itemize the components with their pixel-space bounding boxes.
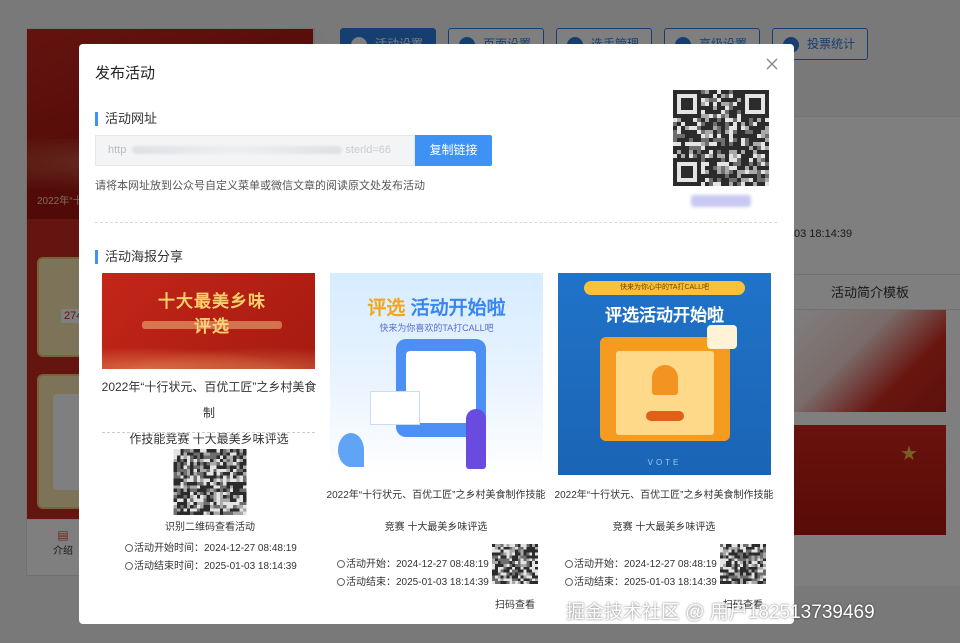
poster-2-scan-label: 扫码查看	[495, 600, 535, 611]
poster-2-image[interactable]: 评选 活动开始啦 快来为你喜欢的TA打CALL吧	[330, 273, 543, 475]
qr-download-link[interactable]	[691, 195, 751, 207]
poster-1-start-text: 活动开始时间：2024-12-27 08:48:19	[134, 543, 297, 554]
publish-activity-dialog: 发布活动 活动网址 http sterld=66 复制链接 请将本网址放到公众号…	[79, 44, 794, 624]
poster-3-image[interactable]: 快来为你心中的TA打CALL吧 评选活动开始啦 VOTE	[558, 273, 771, 475]
poster-1-end-text: 活动结束时间：2025-01-03 18:14:39	[134, 561, 297, 572]
clock-icon	[125, 562, 133, 570]
poster-3-ballot-graphic	[600, 337, 730, 441]
poster-2-headline: 评选 活动开始啦	[330, 293, 543, 320]
poster-2-card-graphic	[370, 391, 420, 425]
poster-2-headline-a: 评选	[367, 298, 406, 319]
poster-3-qr-code	[720, 544, 766, 584]
clock-icon	[337, 560, 345, 568]
poster-1-divider	[102, 432, 315, 433]
poster-2-end-text: 活动结束：2025-01-03 18:14:39	[346, 577, 489, 588]
poster-1-start-time: 活动开始时间：2024-12-27 08:48:19	[125, 539, 297, 554]
poster-3-caption-line2: 竞赛 十大最美乡味评选	[612, 522, 716, 533]
poster-3-caption-line1: 2022年“十行状元、百优工匠”之乡村美食制作技能	[554, 490, 774, 501]
poster-3-start-text: 活动开始：2024-12-27 08:48:19	[574, 559, 717, 570]
poster-2-end-time: 活动结束：2025-01-03 18:14:39	[337, 573, 489, 588]
poster-2-leaf-graphic	[338, 433, 364, 467]
poster-3-start-time: 活动开始：2024-12-27 08:48:19	[565, 555, 717, 570]
poster-2-caption-line2: 竞赛 十大最美乡味评选	[384, 522, 488, 533]
clock-icon	[565, 560, 573, 568]
poster-1-caption-line1: 2022年“十行状元、百优工匠”之乡村美食制	[101, 380, 317, 420]
poster-3-tagline: 快来为你心中的TA打CALL吧	[584, 281, 745, 295]
poster-2-start-text: 活动开始：2024-12-27 08:48:19	[346, 559, 489, 570]
poster-3-end-time: 活动结束：2025-01-03 18:14:39	[565, 573, 717, 588]
poster-1-end-time: 活动结束时间：2025-01-03 18:14:39	[125, 557, 297, 572]
clock-icon	[337, 578, 345, 586]
poster-3-hand-icon	[707, 325, 737, 349]
poster-2-qr-code	[492, 544, 538, 584]
activity-qr-code	[673, 90, 769, 186]
poster-3-vote-label: VOTE	[647, 458, 682, 467]
watermark: 掘金技术社区 @ 用户182513739469	[566, 602, 875, 623]
poster-1-decoration	[102, 343, 315, 369]
poster-1-subtitle-bar	[142, 321, 282, 329]
dialog-title: 发布活动	[95, 65, 156, 82]
url-blurred	[132, 146, 343, 155]
poster-2-caption-line1: 2022年“十行状元、百优工匠”之乡村美食制作技能	[326, 490, 546, 501]
close-icon[interactable]	[764, 56, 780, 72]
poster-2-person-graphic	[466, 409, 486, 469]
poster-1-image[interactable]: 十大最美乡味评选	[102, 273, 315, 369]
url-suffix: sterld=66	[345, 144, 391, 156]
poster-3-headline: 评选活动开始啦	[605, 306, 724, 325]
poster-section-title: 活动海报分享	[95, 250, 183, 264]
url-prefix: http	[108, 144, 127, 156]
poster-1-caption: 2022年“十行状元、百优工匠”之乡村美食制 作技能竞赛 十大最美乡味评选	[99, 374, 319, 452]
poster-2-start-time: 活动开始：2024-12-27 08:48:19	[337, 555, 489, 570]
poster-1-qr-code	[173, 449, 247, 515]
poster-1-banner-title: 十大最美乡味评选	[158, 292, 266, 337]
copy-link-button[interactable]: 复制链接	[415, 135, 492, 166]
activity-url-field[interactable]: http sterld=66	[95, 135, 415, 166]
poster-2-tagline: 快来为你喜欢的TA打CALL吧	[379, 323, 494, 333]
publish-hint: 请将本网址放到公众号自定义菜单或微信文章的阅读原文处发布活动	[95, 180, 425, 192]
poster-3-end-text: 活动结束：2025-01-03 18:14:39	[574, 577, 717, 588]
clock-icon	[125, 544, 133, 552]
clock-icon	[565, 578, 573, 586]
url-section-title: 活动网址	[95, 112, 157, 126]
section-divider	[95, 222, 777, 223]
poster-2-headline-b: 活动开始啦	[410, 298, 506, 319]
poster-1-qr-label: 识别二维码查看活动	[165, 522, 255, 533]
